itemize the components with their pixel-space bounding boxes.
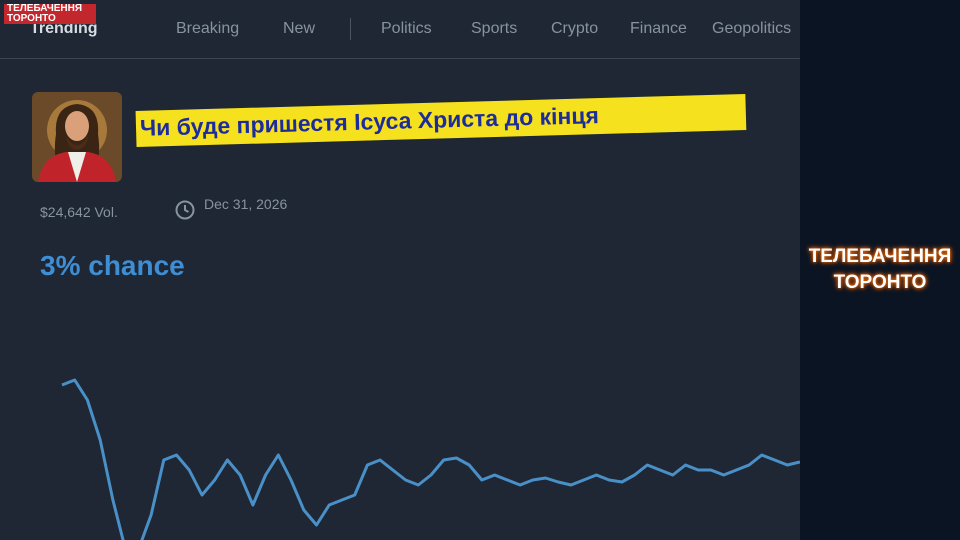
market-title-highlight: Чи буде пришестя Ісуса Христа до кінця: [135, 84, 747, 153]
nav-new[interactable]: New: [283, 20, 315, 38]
price-chart: [61, 378, 800, 540]
video-frame: Trending Breaking New Politics Sports Cr…: [0, 0, 960, 540]
chart-series-line-0: [61, 378, 800, 540]
nav-divider: [350, 18, 351, 40]
clock-icon: [174, 199, 196, 224]
market-page-screenshot: Trending Breaking New Politics Sports Cr…: [0, 0, 800, 540]
market-volume: $24,642 Vol.: [40, 204, 118, 220]
nav-geopolitics[interactable]: Geopolitics: [712, 20, 791, 38]
market-end-date: Dec 31, 2026: [204, 196, 288, 212]
logo-line-2: ТОРОНТО: [4, 14, 96, 24]
market-avatar-image: [32, 92, 122, 182]
nav-crypto[interactable]: Crypto: [551, 20, 598, 38]
nav-divider-line: [0, 58, 800, 59]
channel-side-panel: ТЕЛЕБАЧЕННЯ ТОРОНТО: [800, 0, 960, 540]
channel-logo: ТЕЛЕБАЧЕННЯ ТОРОНТО: [4, 4, 96, 26]
chance-percentage: 3% chance: [40, 250, 185, 281]
nav-sports[interactable]: Sports: [471, 20, 517, 38]
channel-name-overlay: ТЕЛЕБАЧЕННЯ ТОРОНТО: [808, 246, 952, 293]
nav-finance[interactable]: Finance: [630, 20, 687, 38]
top-nav: Trending Breaking New Politics Sports Cr…: [0, 0, 800, 58]
nav-politics[interactable]: Politics: [381, 20, 432, 38]
nav-breaking[interactable]: Breaking: [176, 20, 239, 38]
